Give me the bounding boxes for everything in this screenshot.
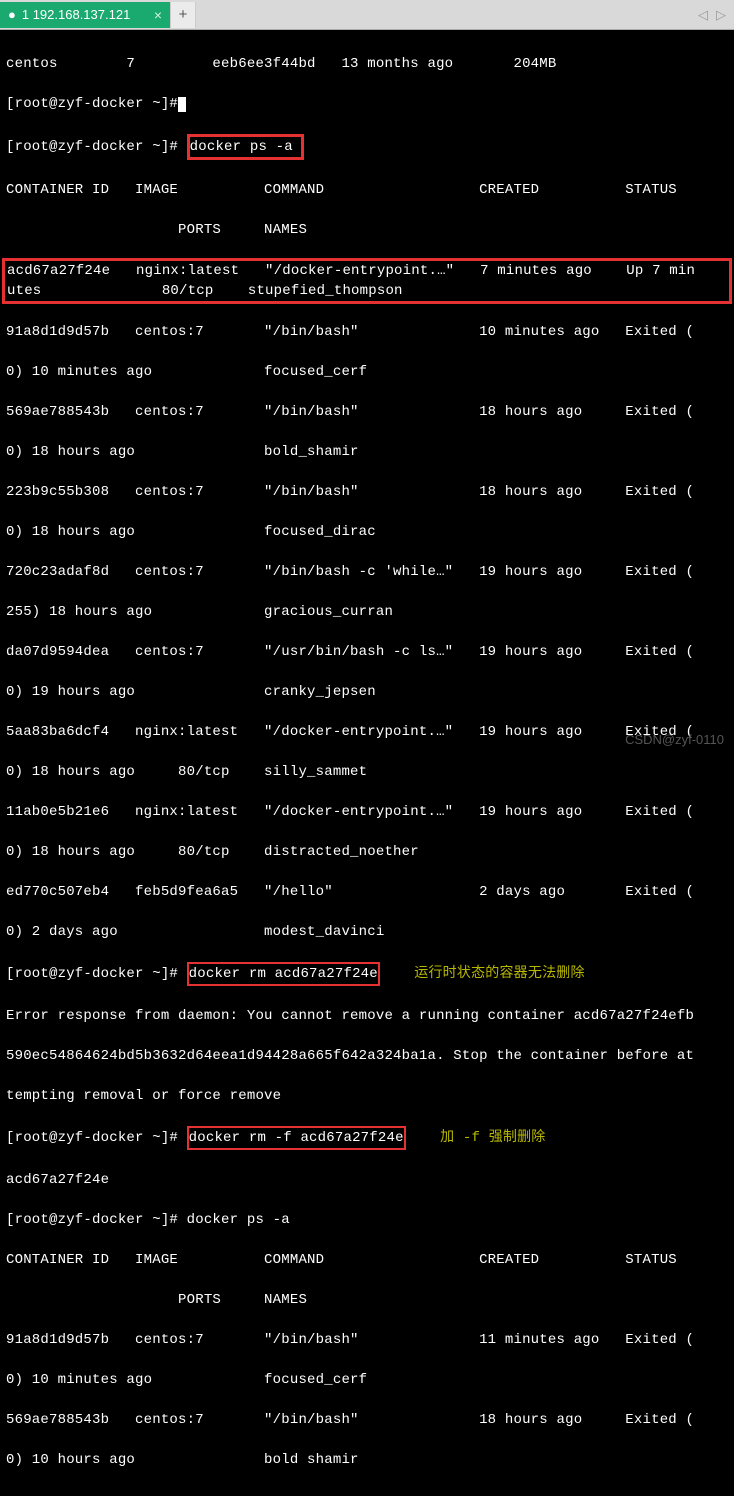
table-row: 0) 18 hours ago focused_dirac	[6, 522, 728, 542]
table-row: 569ae788543b centos:7 "/bin/bash" 18 hou…	[6, 402, 728, 422]
error-line: tempting removal or force remove	[6, 1086, 728, 1106]
table-row: 223b9c55b308 centos:7 "/bin/bash" 18 hou…	[6, 482, 728, 502]
table-header: PORTS NAMES	[6, 1290, 728, 1310]
table-row: 0) 18 hours ago 80/tcp silly_sammet	[6, 762, 728, 782]
prompt-line: [root@zyf-docker ~]#	[6, 94, 728, 114]
table-row: 0) 18 hours ago 80/tcp distracted_noethe…	[6, 842, 728, 862]
table-row: 0) 18 hours ago bold_shamir	[6, 442, 728, 462]
table-header: PORTS NAMES	[6, 220, 728, 240]
active-tab[interactable]: ● 1 192.168.137.121 ×	[0, 2, 170, 28]
table-row: ed770c507eb4 feb5d9fea6a5 "/hello" 2 day…	[6, 882, 728, 902]
table-row: 0) 10 minutes ago focused_cerf	[6, 362, 728, 382]
arrow-right-icon[interactable]: ▷	[716, 7, 726, 23]
prompt-line: [root@zyf-docker ~]# docker rm acd67a27f…	[6, 962, 728, 986]
highlighted-row: acd67a27f24e nginx:latest "/docker-entry…	[2, 258, 732, 304]
add-tab-button[interactable]: +	[170, 2, 196, 28]
highlighted-command: docker rm -f acd67a27f24e	[187, 1126, 406, 1150]
table-row: da07d9594dea centos:7 "/usr/bin/bash -c …	[6, 642, 728, 662]
annotation-text: 运行时状态的容器无法删除	[414, 966, 584, 982]
tab-label: 1 192.168.137.121	[22, 7, 130, 22]
table-row: 0) 10 minutes ago focused_cerf	[6, 1370, 728, 1390]
terminal-output[interactable]: centos 7 eeb6ee3f44bd 13 months ago 204M…	[0, 30, 734, 1496]
prompt-line: [root@zyf-docker ~]# docker rm -f acd67a…	[6, 1126, 728, 1150]
annotation-text: 加 -f 强制删除	[440, 1130, 545, 1146]
output-line: acd67a27f24e	[6, 1170, 728, 1190]
table-row: 0) 10 hours ago bold shamir	[6, 1450, 728, 1470]
highlighted-command: docker ps -a	[187, 134, 305, 160]
error-line: Error response from daemon: You cannot r…	[6, 1006, 728, 1026]
table-row: 569ae788543b centos:7 "/bin/bash" 18 hou…	[6, 1410, 728, 1430]
tab-scroll-arrows: ◁ ▷	[698, 7, 734, 23]
close-tab-icon[interactable]: ×	[154, 7, 162, 23]
table-header: CONTAINER ID IMAGE COMMAND CREATED STATU…	[6, 180, 728, 200]
tab-bar: ● 1 192.168.137.121 × + ◁ ▷	[0, 0, 734, 30]
plus-icon: +	[179, 6, 188, 23]
table-row: 5aa83ba6dcf4 nginx:latest "/docker-entry…	[6, 722, 728, 742]
cursor-icon	[178, 97, 186, 112]
table-header: CONTAINER ID IMAGE COMMAND CREATED STATU…	[6, 1250, 728, 1270]
table-row: 91a8d1d9d57b centos:7 "/bin/bash" 10 min…	[6, 322, 728, 342]
error-line: 590ec54864624bd5b3632d64eea1d94428a665f6…	[6, 1046, 728, 1066]
highlighted-command: docker rm acd67a27f24e	[187, 962, 380, 986]
prompt-line: [root@zyf-docker ~]# docker ps -a	[6, 134, 728, 160]
output-line: centos 7 eeb6ee3f44bd 13 months ago 204M…	[6, 54, 728, 74]
tab-status-icon: ●	[8, 7, 16, 22]
table-row: 720c23adaf8d centos:7 "/bin/bash -c 'whi…	[6, 562, 728, 582]
table-row: 11ab0e5b21e6 nginx:latest "/docker-entry…	[6, 802, 728, 822]
prompt-line: [root@zyf-docker ~]# docker ps -a	[6, 1210, 728, 1230]
table-row: 255) 18 hours ago gracious_curran	[6, 602, 728, 622]
table-row: 0) 19 hours ago cranky_jepsen	[6, 682, 728, 702]
watermark-text: CSDN@zyf-0110	[625, 732, 724, 747]
arrow-left-icon[interactable]: ◁	[698, 7, 708, 23]
table-row: 91a8d1d9d57b centos:7 "/bin/bash" 11 min…	[6, 1330, 728, 1350]
table-row: 0) 2 days ago modest_davinci	[6, 922, 728, 942]
